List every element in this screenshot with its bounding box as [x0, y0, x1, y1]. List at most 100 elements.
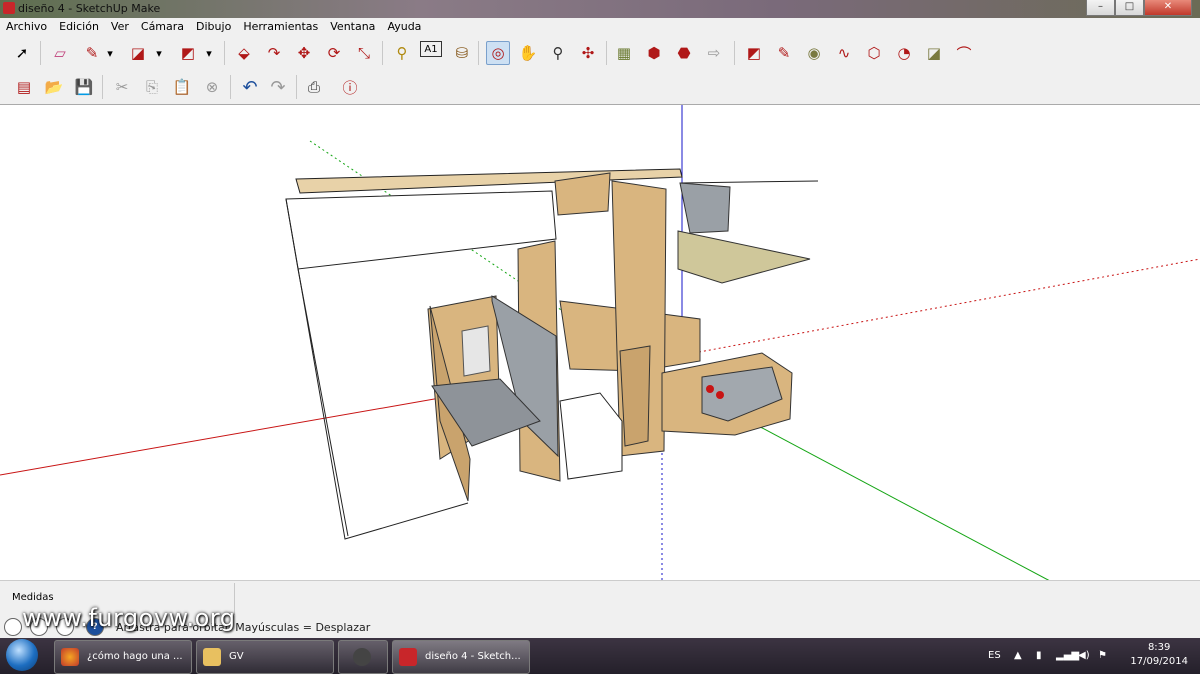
dropdown-arrow-icon[interactable]: ▾: [103, 41, 117, 65]
move-tool-icon[interactable]: ✥: [292, 41, 316, 65]
eraser-tool-icon[interactable]: ▱: [48, 41, 72, 65]
arc-3pt-tool-icon[interactable]: ◪: [922, 41, 946, 65]
dropdown-arrow-icon[interactable]: ▾: [152, 41, 166, 65]
pan-tool-icon[interactable]: ✋: [516, 41, 540, 65]
menu-herramientas[interactable]: Herramientas: [237, 18, 324, 37]
toolbar-filler: [980, 37, 1200, 70]
toolbar-separator: [230, 75, 231, 99]
circle-tool-icon[interactable]: ◉: [802, 41, 826, 65]
window-title: diseño 4 - SketchUp Make: [18, 2, 161, 15]
sketchup-icon: [399, 648, 417, 666]
paste-icon[interactable]: 📋: [170, 75, 194, 99]
stove-burner: [706, 385, 714, 393]
taskbar-app[interactable]: [338, 640, 388, 674]
curve-tool-icon[interactable]: ∿: [832, 41, 856, 65]
menu-edicion[interactable]: Edición: [53, 18, 105, 37]
menu-camara[interactable]: Cámara: [135, 18, 190, 37]
zoom-tool-icon[interactable]: ⚲: [546, 41, 570, 65]
menu-dibujo[interactable]: Dibujo: [190, 18, 237, 37]
open-file-icon[interactable]: 📂: [42, 75, 66, 99]
measurements-label: Medidas: [12, 592, 54, 603]
red-axis-line: [0, 397, 441, 476]
select-tool-icon[interactable]: ➚: [10, 41, 34, 65]
share-model-icon[interactable]: ⬢: [642, 41, 666, 65]
drawing-viewport[interactable]: [0, 104, 1200, 581]
menu-ventana[interactable]: Ventana: [324, 18, 381, 37]
redo-icon[interactable]: ↷: [266, 75, 290, 99]
arc-2pt-tool-icon[interactable]: ⌒: [952, 41, 976, 65]
pencil-tool-icon[interactable]: ✎: [80, 41, 104, 65]
freehand-tool-icon[interactable]: ✎: [772, 41, 796, 65]
extension-warehouse-icon[interactable]: ⬣: [672, 41, 696, 65]
action-center-icon[interactable]: ⚑: [1098, 650, 1107, 661]
system-clock[interactable]: 8:39 17/09/2014: [1130, 641, 1188, 669]
frame-inner-edge: [297, 268, 349, 537]
model-scene: [0, 105, 1200, 581]
menu-ayuda[interactable]: Ayuda: [381, 18, 427, 37]
main-toolbar: ➚ ▱ ✎ ▾ ◪ ▾ ◩ ▾ ⬙ ↷ ✥ ⟳ ⤡ ⚲ A1 ⛁ ◎ ✋ ⚲ ✣…: [0, 37, 980, 71]
print-icon[interactable]: ⎙: [302, 75, 326, 99]
frame-edge: [679, 180, 819, 184]
delete-icon[interactable]: ⊗: [200, 75, 224, 99]
toolbar-separator: [382, 41, 383, 65]
minimize-button[interactable]: –: [1086, 0, 1115, 16]
toolbar-separator: [606, 41, 607, 65]
orbit-tool-icon[interactable]: ◎: [486, 41, 510, 65]
dropdown-arrow-icon[interactable]: ▾: [202, 41, 216, 65]
rotate-tool-icon[interactable]: ⟳: [322, 41, 346, 65]
wood-cabinet-top: [554, 172, 611, 216]
toolbar-separator: [296, 75, 297, 99]
battery-icon[interactable]: ▮: [1036, 650, 1042, 661]
maximize-button[interactable]: □: [1115, 0, 1144, 16]
green-shelf: [677, 230, 811, 284]
radiator-grill: [461, 325, 491, 377]
white-base-block: [559, 392, 623, 480]
tape-measure-icon[interactable]: ⚲: [390, 41, 414, 65]
clock-time: 8:39: [1147, 642, 1171, 653]
sketchup-app-icon: [3, 2, 15, 14]
close-button[interactable]: ✕: [1144, 0, 1192, 16]
taskbar-sketchup[interactable]: diseño 4 - Sketch...: [392, 640, 530, 674]
toolbar-separator: [478, 41, 479, 65]
pie-tool-icon[interactable]: ◔: [892, 41, 916, 65]
watermark-text: www.furgovw.org: [22, 604, 236, 632]
firefox-icon: [61, 648, 79, 666]
toolbar-separator: [224, 41, 225, 65]
cut-icon[interactable]: ✂: [110, 75, 134, 99]
toolbar-separator: [102, 75, 103, 99]
send-to-layout-icon[interactable]: ⇨: [702, 41, 726, 65]
save-file-icon[interactable]: 💾: [72, 75, 96, 99]
menu-archivo[interactable]: Archivo: [0, 18, 53, 37]
undo-icon[interactable]: ↶: [238, 75, 262, 99]
warehouse-icon[interactable]: ▦: [612, 41, 636, 65]
new-file-icon[interactable]: ▤: [12, 75, 36, 99]
rectangle-tool-icon[interactable]: ◩: [176, 41, 200, 65]
menu-ver[interactable]: Ver: [105, 18, 135, 37]
windows-taskbar: ¿cómo hago una ... GV diseño 4 - Sketch.…: [0, 638, 1200, 674]
scale-tool-icon[interactable]: ⤡: [352, 41, 376, 65]
app-icon: [353, 648, 371, 666]
text-tool-icon[interactable]: A1: [420, 41, 442, 57]
polygon-tool-icon[interactable]: ⬡: [862, 41, 886, 65]
taskbar-firefox[interactable]: ¿cómo hago una ...: [54, 640, 192, 674]
follow-me-tool-icon[interactable]: ↷: [262, 41, 286, 65]
volume-icon[interactable]: ◀): [1078, 650, 1090, 661]
start-button[interactable]: [6, 639, 38, 671]
menu-bar: Archivo Edición Ver Cámara Dibujo Herram…: [0, 18, 1200, 37]
model-info-icon[interactable]: ⓘ: [338, 75, 362, 99]
frame-top-face: [285, 190, 557, 270]
show-hidden-icons-icon[interactable]: ▲: [1014, 650, 1022, 661]
sandbox-tool-icon[interactable]: ◩: [742, 41, 766, 65]
wood-small-panel: [619, 345, 651, 447]
zoom-extents-icon[interactable]: ✣: [576, 41, 600, 65]
arc-tool-icon[interactable]: ◪: [126, 41, 150, 65]
stove-burner: [716, 391, 724, 399]
copy-icon[interactable]: ⎘: [140, 75, 164, 99]
network-icon[interactable]: ▂▄▆: [1056, 650, 1079, 661]
taskbar-folder[interactable]: GV: [196, 640, 334, 674]
language-indicator[interactable]: ES: [988, 650, 1001, 661]
grey-upper-cabinet: [679, 182, 731, 234]
paint-bucket-icon[interactable]: ⛁: [450, 41, 474, 65]
push-pull-tool-icon[interactable]: ⬙: [232, 41, 256, 65]
geo-location-icon[interactable]: [4, 618, 22, 636]
